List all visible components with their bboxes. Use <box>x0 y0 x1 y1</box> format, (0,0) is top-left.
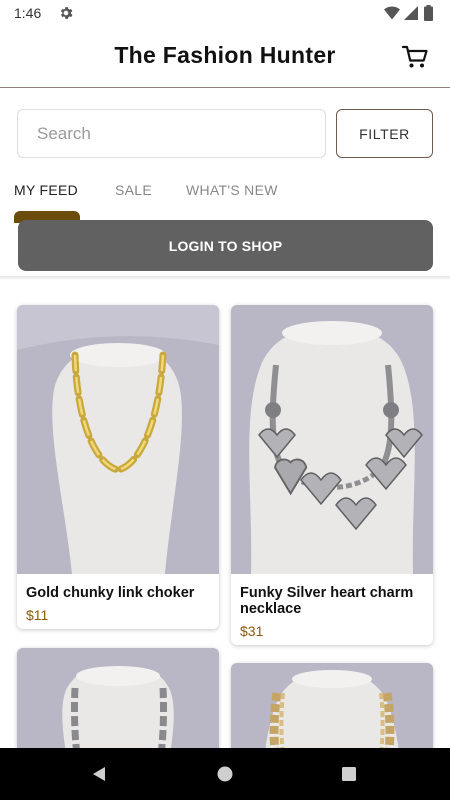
system-nav-bar <box>0 748 450 800</box>
product-image-gold-chain <box>17 305 219 574</box>
product-name: Gold chunky link choker <box>26 585 195 601</box>
app-title: The Fashion Hunter <box>114 42 336 68</box>
back-icon[interactable] <box>90 765 108 783</box>
filter-button[interactable]: FILTER <box>336 109 433 158</box>
settings-gear-icon <box>58 5 74 21</box>
search-box <box>17 109 326 158</box>
product-card[interactable]: Funky Silver heart charm necklace $31 <box>231 305 433 645</box>
product-card[interactable] <box>231 663 433 748</box>
home-icon[interactable] <box>216 765 234 783</box>
login-to-shop-button[interactable]: LOGIN TO SHOP <box>18 220 433 271</box>
product-image-silver-chain <box>17 648 219 748</box>
battery-icon <box>424 5 433 21</box>
tab-sale[interactable]: SALE <box>115 182 152 198</box>
product-grid: Gold chunky link choker $11 Funky Silver… <box>0 280 450 748</box>
search-input[interactable] <box>18 110 325 157</box>
product-card[interactable]: Gold chunky link choker $11 <box>17 305 219 629</box>
product-price: $31 <box>240 623 264 639</box>
tab-whats-new[interactable]: WHAT'S NEW <box>186 182 278 198</box>
recents-icon[interactable] <box>341 766 357 782</box>
status-time: 1:46 <box>14 5 42 21</box>
signal-icon <box>404 6 418 20</box>
product-card[interactable] <box>17 648 219 748</box>
tab-my-feed[interactable]: MY FEED <box>14 182 78 198</box>
cart-icon[interactable] <box>401 44 429 70</box>
wifi-icon <box>384 6 400 20</box>
product-image-silver-hearts <box>231 305 433 574</box>
product-name: Funky Silver heart charm necklace <box>240 585 414 617</box>
status-bar: 1:46 <box>0 0 450 28</box>
product-price: $11 <box>26 607 49 623</box>
product-image-gold-layered-chain <box>231 663 433 748</box>
app-header: The Fashion Hunter <box>0 28 450 88</box>
